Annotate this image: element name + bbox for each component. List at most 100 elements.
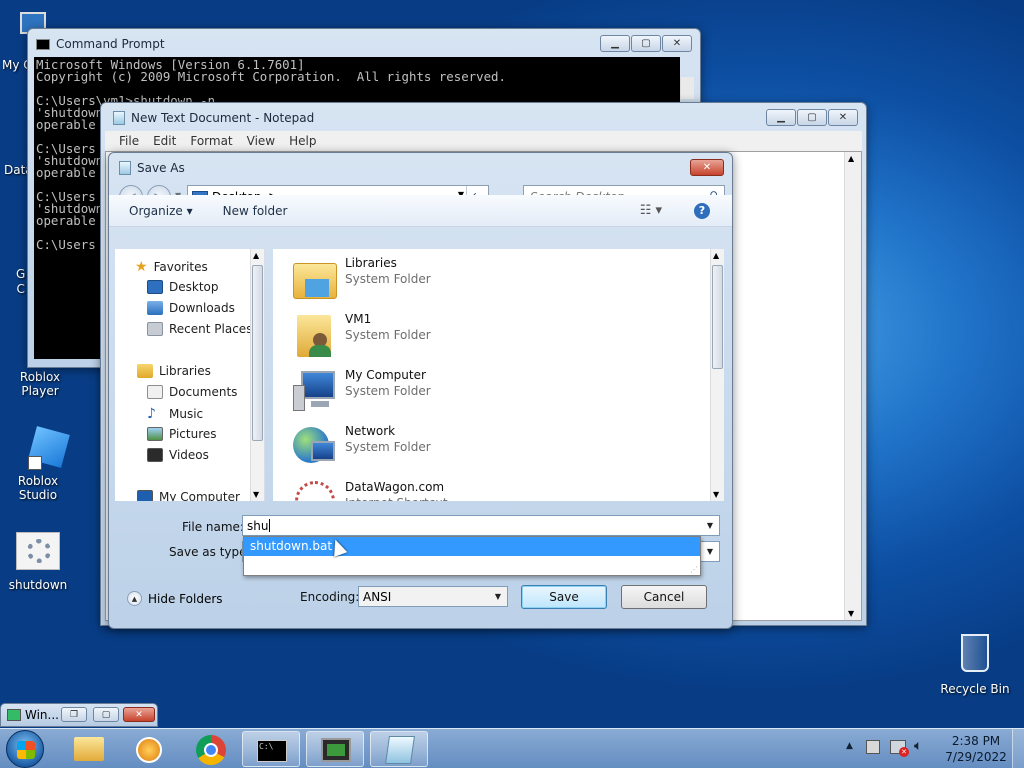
taskbar-notepad[interactable]: [370, 731, 428, 767]
internet-shortcut-icon: [291, 479, 339, 501]
organize-button[interactable]: Organize ▾: [129, 204, 193, 218]
taskbar-command-prompt[interactable]: C:\: [242, 731, 300, 767]
file-item-libraries[interactable]: Libraries System Folder: [291, 255, 431, 303]
desktop-icon-roblox-studio[interactable]: Roblox Studio: [0, 426, 80, 502]
save-as-type-label: Save as type:: [169, 545, 251, 559]
nav-scrollbar[interactable]: ▲ ▼: [250, 249, 264, 501]
scroll-down-arrow[interactable]: ▼: [253, 490, 259, 499]
nav-videos[interactable]: Videos: [147, 448, 209, 462]
windows-logo-icon: [17, 741, 35, 759]
scroll-thumb[interactable]: [252, 265, 263, 441]
menu-bar: File Edit Format View Help: [105, 131, 862, 151]
minimize-button[interactable]: ▁: [600, 35, 630, 52]
desktop-icon-shutdown[interactable]: shutdown: [0, 532, 78, 592]
chrome-icon: [196, 735, 226, 765]
scroll-down-arrow[interactable]: ▼: [848, 609, 854, 618]
recycle-bin-icon: [957, 630, 993, 676]
maximize-button[interactable]: ▢: [93, 707, 119, 722]
resize-grip-icon[interactable]: ⋰: [690, 565, 698, 574]
nav-recent-places[interactable]: Recent Places: [147, 322, 252, 336]
start-button[interactable]: [6, 730, 44, 768]
maximize-button[interactable]: ▢: [631, 35, 661, 52]
file-name-dropdown-icon[interactable]: ▼: [703, 518, 717, 533]
file-list[interactable]: Libraries System Folder VM1 System Folder …: [273, 249, 724, 501]
volume-icon[interactable]: 🔈︎: [914, 738, 922, 754]
desktop-icon-label: G C: [16, 267, 26, 296]
file-list-scrollbar[interactable]: ▲ ▼: [710, 249, 724, 501]
title-bar[interactable]: Save As: [109, 153, 732, 183]
taskbar-media-player[interactable]: [120, 731, 178, 767]
hide-folders-button[interactable]: ▲ Hide Folders: [127, 591, 223, 606]
file-item-my-computer[interactable]: My Computer System Folder: [291, 367, 431, 415]
nav-favorites[interactable]: ★ Favorites: [135, 259, 208, 275]
help-icon[interactable]: ?: [694, 202, 710, 219]
close-button[interactable]: ✕: [662, 35, 692, 52]
nav-pictures[interactable]: Pictures: [147, 427, 217, 441]
vertical-scrollbar[interactable]: ▲ ▼: [844, 152, 861, 620]
pictures-icon: [147, 427, 163, 441]
nav-documents[interactable]: Documents: [147, 385, 237, 399]
menu-edit[interactable]: Edit: [153, 134, 176, 148]
network-tray-icon[interactable]: ✕: [890, 740, 909, 757]
cancel-button[interactable]: Cancel: [621, 585, 707, 609]
scroll-down-arrow[interactable]: ▼: [713, 490, 719, 499]
maximize-button[interactable]: ▢: [797, 109, 827, 126]
cmd-icon: C:\: [257, 740, 287, 762]
save-button[interactable]: Save: [521, 585, 607, 609]
minimized-window[interactable]: Win... ❐ ▢ ✕: [0, 703, 158, 727]
file-item-vm1[interactable]: VM1 System Folder: [291, 311, 431, 359]
file-item-datawagon[interactable]: DataWagon.comInternet Shortcut: [291, 479, 448, 501]
encoding-dropdown-icon[interactable]: ▼: [491, 589, 505, 604]
media-player-icon: [136, 737, 162, 763]
nav-downloads[interactable]: Downloads: [147, 301, 235, 315]
window-icon: [7, 709, 21, 721]
notepad-icon: [113, 111, 125, 125]
navigation-pane[interactable]: ★ Favorites Desktop Downloads Recent Pla…: [115, 249, 265, 501]
autocomplete-item[interactable]: shutdown.bat: [244, 537, 700, 556]
menu-file[interactable]: File: [119, 134, 139, 148]
taskbar-task-window[interactable]: [306, 731, 364, 767]
nav-libraries[interactable]: Libraries: [137, 364, 211, 378]
taskbar-explorer[interactable]: [60, 731, 118, 767]
scroll-up-arrow[interactable]: ▲: [713, 251, 719, 260]
show-desktop-button[interactable]: [1012, 729, 1024, 768]
menu-view[interactable]: View: [247, 134, 275, 148]
taskbar: C:\ ▲ ✕ 🔈︎ 2:38 PM 7/29/2022: [0, 728, 1024, 768]
menu-help[interactable]: Help: [289, 134, 316, 148]
taskbar-chrome[interactable]: [182, 731, 240, 767]
vertical-scrollbar[interactable]: [680, 77, 694, 99]
nav-my-computer[interactable]: My Computer: [137, 490, 240, 501]
save-as-dialog[interactable]: Save As ✕ ◀ ▶ ▼ Desktop ▶ ▼ ⇆ Search Des…: [108, 152, 733, 629]
nav-desktop[interactable]: Desktop: [147, 280, 219, 294]
show-hidden-icons[interactable]: ▲: [846, 741, 853, 751]
scroll-thumb[interactable]: [712, 265, 723, 369]
title-bar[interactable]: New Text Document - Notepad: [101, 103, 866, 133]
clock[interactable]: 2:38 PM 7/29/2022: [944, 733, 1008, 765]
chevron-up-icon: ▲: [127, 591, 142, 606]
batch-file-icon: [16, 532, 60, 570]
new-folder-button[interactable]: New folder: [223, 204, 288, 218]
file-item-network[interactable]: Network System Folder: [291, 423, 431, 471]
autocomplete-list[interactable]: shutdown.bat ⋰: [243, 536, 701, 576]
action-center-icon[interactable]: [866, 740, 880, 754]
file-name-input[interactable]: shu ▼: [242, 515, 720, 536]
file-name-label: File name:: [182, 520, 244, 534]
minimized-window-title: Win...: [25, 708, 59, 722]
nav-music[interactable]: ♪ Music: [147, 406, 203, 422]
minimize-button[interactable]: ▁: [766, 109, 796, 126]
desktop-icon-recycle-bin[interactable]: Recycle Bin: [935, 630, 1015, 696]
clock-time: 2:38 PM: [951, 734, 1001, 748]
clock-date: 7/29/2022: [945, 750, 1007, 764]
close-button[interactable]: ✕: [828, 109, 858, 126]
scroll-up-arrow[interactable]: ▲: [253, 251, 259, 260]
close-button[interactable]: ✕: [123, 707, 155, 722]
view-options-icon[interactable]: ☷ ▾: [640, 203, 662, 218]
window-title: New Text Document - Notepad: [131, 111, 315, 125]
scroll-up-arrow[interactable]: ▲: [848, 154, 854, 163]
restore-button[interactable]: ❐: [61, 707, 87, 722]
encoding-select[interactable]: ANSI ▼: [358, 586, 508, 607]
dialog-title: Save As: [137, 161, 185, 175]
close-button[interactable]: ✕: [690, 159, 724, 176]
menu-format[interactable]: Format: [190, 134, 232, 148]
save-as-type-dropdown-icon[interactable]: ▼: [703, 544, 717, 559]
